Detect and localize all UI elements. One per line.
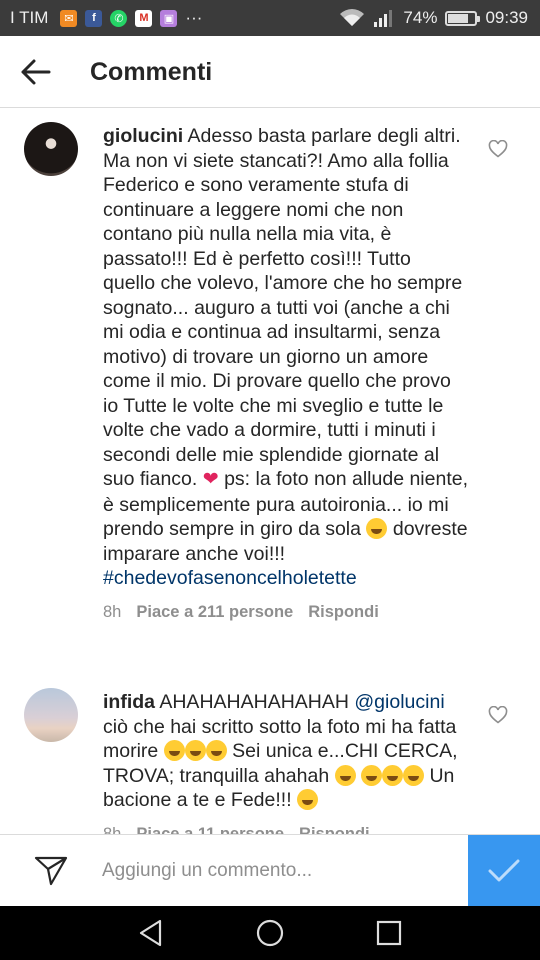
- heart-emoji: ❤: [202, 469, 219, 490]
- comment-input[interactable]: [102, 853, 452, 889]
- system-nav-bar: [0, 906, 540, 960]
- avatar[interactable]: [24, 688, 78, 742]
- comment-hashtag[interactable]: #chedevofasenoncelholetette: [103, 567, 357, 589]
- gmail-icon: M: [135, 9, 153, 27]
- arrow-left-icon[interactable]: [20, 58, 52, 86]
- battery-icon: [445, 10, 481, 26]
- grinning-emoji-icon: [163, 740, 185, 761]
- carrier-label: I TIM: [10, 8, 49, 27]
- nav-home-icon[interactable]: [255, 918, 285, 948]
- comment-username[interactable]: giolucini: [103, 125, 183, 147]
- reply-button[interactable]: Rispondi: [308, 600, 379, 625]
- comment-body: infida AHAHAHAHAHAHAH @giolucini ciò che…: [103, 690, 468, 846]
- status-bar-left: I TIM ✉ f ✆ M ▣ ···: [10, 0, 202, 36]
- comment-input-bar: [0, 834, 540, 907]
- grinning-emoji-icon: [205, 740, 227, 761]
- avatar[interactable]: [24, 122, 78, 176]
- comment-text-part: AHAHAHAHAHAHAH: [159, 691, 349, 713]
- page-title: Commenti: [90, 58, 213, 86]
- comment-time: 8h: [103, 602, 122, 621]
- smile-emoji-icon: [403, 764, 425, 786]
- comment-mention[interactable]: @giolucini: [354, 691, 444, 713]
- nav-back-icon[interactable]: [136, 918, 166, 948]
- gallery-icon: ▣: [160, 9, 178, 27]
- smile-emoji-icon: [361, 764, 383, 786]
- whatsapp-icon: ✆: [110, 9, 128, 27]
- direct-send-icon[interactable]: [34, 855, 68, 887]
- checkmark-icon: [488, 859, 520, 882]
- comment-text: giolucini Adesso basta parlare degli alt…: [103, 124, 468, 591]
- comment-likes[interactable]: Piace a 211 persone: [136, 600, 293, 625]
- comment-meta: 8h Piace a 211 persone Rispondi: [103, 600, 468, 625]
- heart-outline-icon[interactable]: [488, 706, 508, 724]
- app-header: Commenti: [0, 36, 540, 108]
- battery-percent: 74%: [403, 8, 438, 27]
- wifi-icon: [340, 9, 365, 26]
- grinning-emoji-icon: [184, 740, 206, 761]
- comment-username[interactable]: infida: [103, 691, 155, 713]
- signal-icon: [374, 10, 393, 27]
- nav-recents-icon[interactable]: [374, 918, 404, 948]
- post-comment-button[interactable]: [468, 835, 540, 907]
- clock: 09:39: [485, 8, 528, 27]
- hugging-emoji-icon: [334, 764, 356, 786]
- battery-level: [448, 13, 468, 23]
- comment-body: giolucini Adesso basta parlare degli alt…: [103, 124, 468, 624]
- more-notifications-icon: ···: [185, 8, 203, 27]
- comment-text: infida AHAHAHAHAHAHAH @giolucini ciò che…: [103, 690, 468, 813]
- status-bar: I TIM ✉ f ✆ M ▣ ··· 74% 09:39: [0, 0, 540, 36]
- mail-icon: ✉: [60, 9, 78, 27]
- facebook-icon: f: [85, 9, 103, 27]
- blush-emoji-icon: [297, 789, 319, 810]
- smile-emoji-icon: [382, 764, 404, 786]
- grinning-emoji-icon: [366, 518, 388, 539]
- heart-outline-icon[interactable]: [488, 140, 508, 158]
- status-bar-right: 74% 09:39: [339, 0, 528, 36]
- comment-text-part: Adesso basta parlare degli altri. Ma non…: [103, 125, 463, 490]
